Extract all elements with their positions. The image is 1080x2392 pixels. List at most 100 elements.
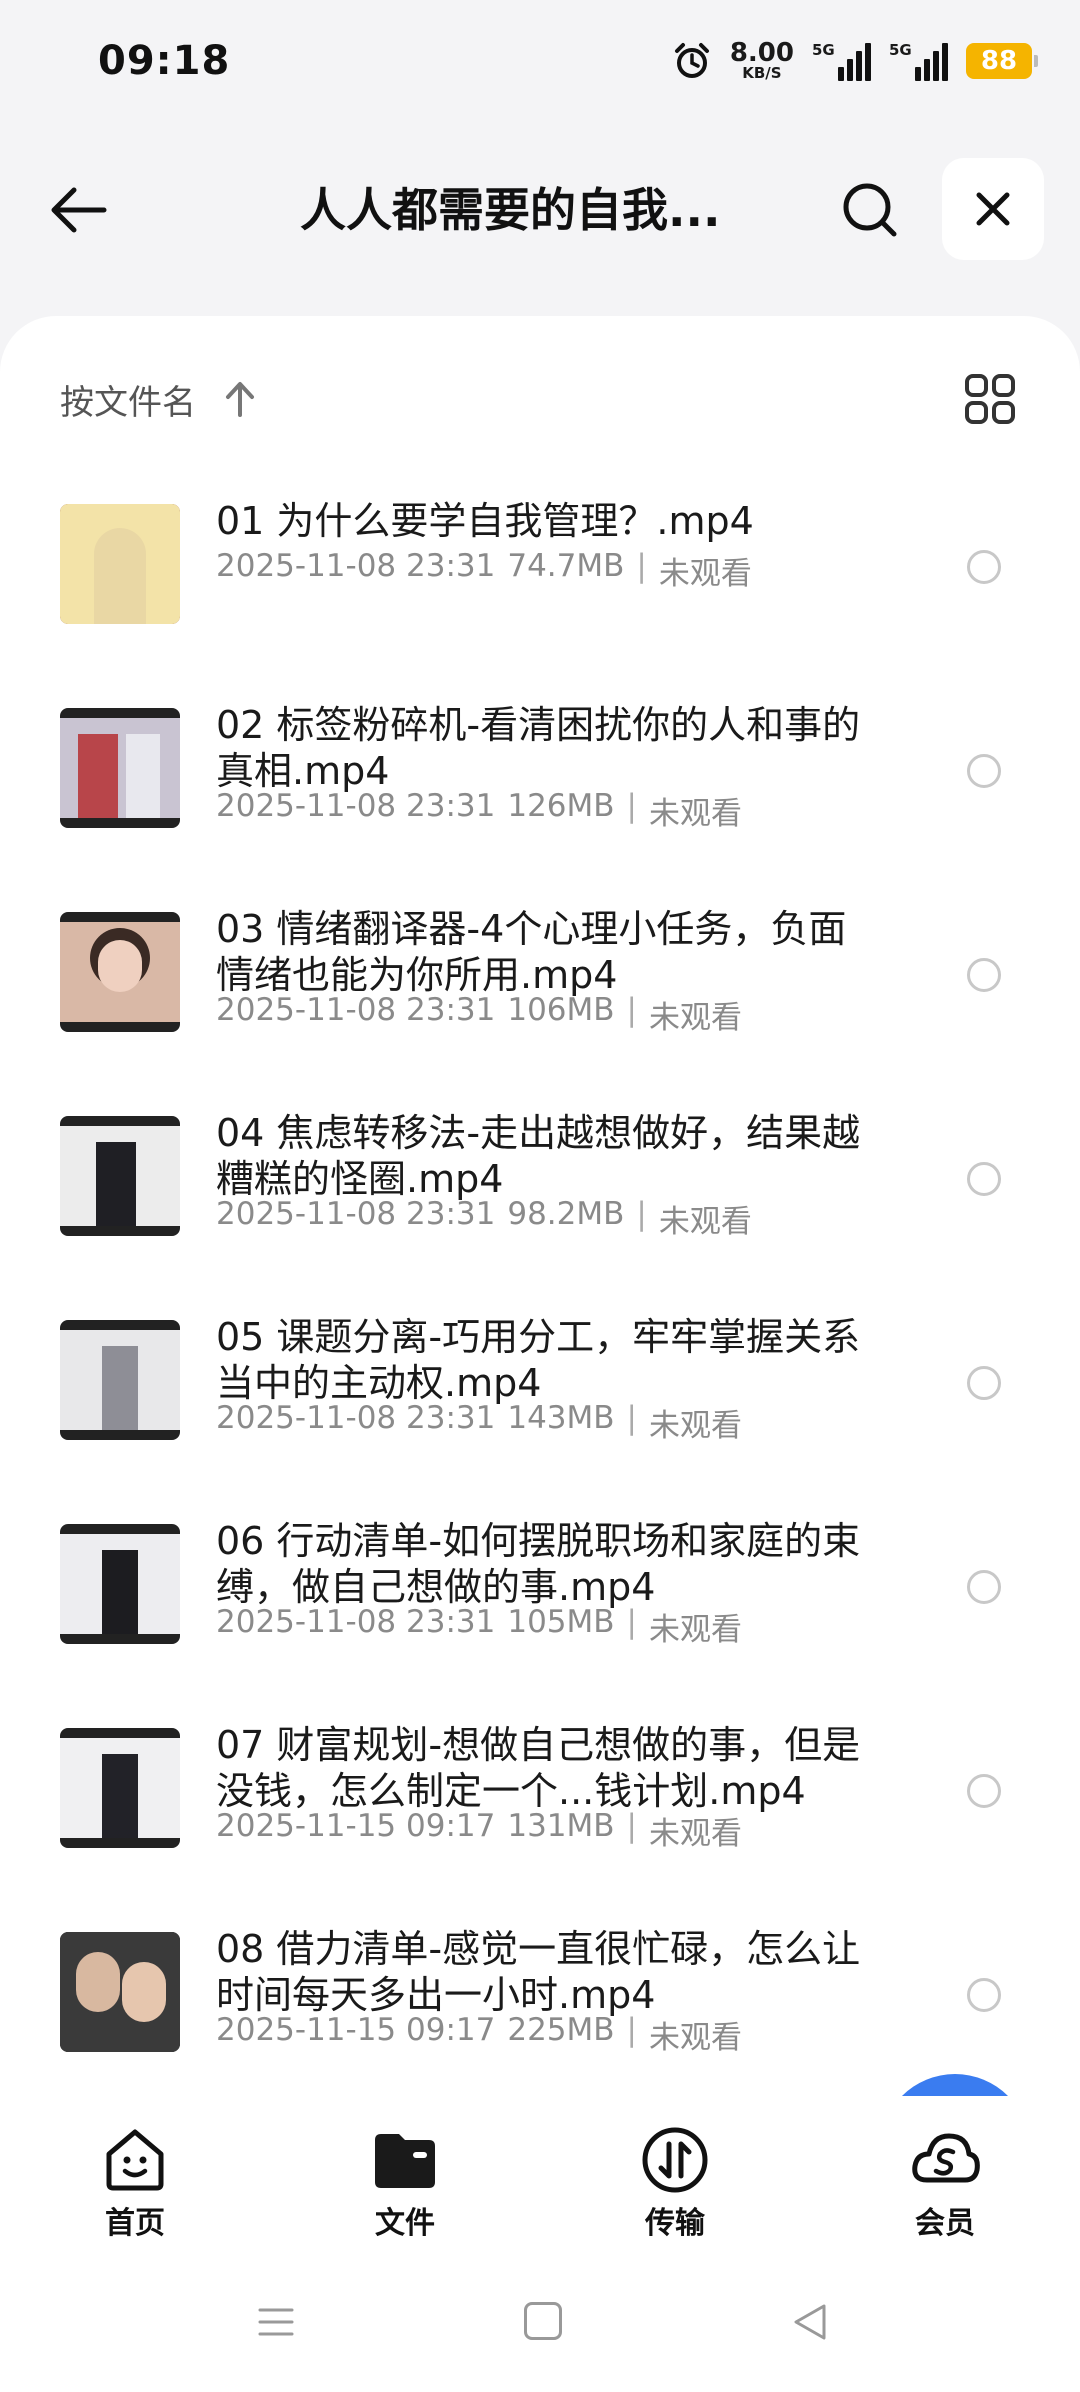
- meta-divider: |: [636, 1196, 647, 1232]
- select-radio[interactable]: [967, 754, 1001, 788]
- file-date: 2025-11-08 23:31: [216, 548, 496, 584]
- video-thumbnail: [60, 504, 180, 624]
- list-item[interactable]: 05 课题分离-巧用分工，牢牢掌握关系当中的主动权.mp4 2025-11-08…: [0, 1292, 1080, 1496]
- meta-divider: |: [626, 2012, 637, 2048]
- file-meta: 2025-11-08 23:31 105MB | 未观看: [216, 1604, 742, 1649]
- file-size: 131MB: [507, 1808, 615, 1844]
- meta-divider: |: [626, 1604, 637, 1640]
- file-name: 01 为什么要学自我管理？.mp4: [216, 499, 754, 543]
- select-radio[interactable]: [967, 1162, 1001, 1196]
- watch-status: 未观看: [649, 1408, 742, 1444]
- arrow-up-icon: [226, 382, 254, 417]
- file-name: 08 借力清单-感觉一直很忙碌，怎么让时间每天多出一小时.mp4: [216, 1927, 861, 2017]
- network-speed-value: 8.00: [729, 38, 794, 68]
- file-meta: 2025-11-08 23:31 143MB | 未观看: [216, 1400, 742, 1445]
- status-time: 09:18: [98, 38, 231, 84]
- file-size: 143MB: [507, 1400, 615, 1436]
- file-panel: 按文件名 01 为什么要学自我管理？.mp4 2025-11-08 23:31 …: [0, 316, 1080, 2096]
- file-name: 02 标签粉碎机-看清困扰你的人和事的真相.mp4: [216, 703, 861, 793]
- watch-status: 未观看: [649, 1000, 742, 1036]
- list-item[interactable]: 01 为什么要学自我管理？.mp4 2025-11-08 23:31 74.7M…: [0, 476, 1080, 680]
- meta-divider: |: [626, 992, 637, 1028]
- sort-control[interactable]: 按文件名: [60, 356, 258, 442]
- watch-status: 未观看: [649, 2020, 742, 2056]
- status-icons: 8.00 KB/S 5G 5G 88: [672, 38, 1038, 82]
- tab-label: 文件: [375, 2206, 435, 2241]
- transfer-icon: [642, 2127, 708, 2193]
- search-button[interactable]: [836, 176, 904, 244]
- select-radio[interactable]: [967, 958, 1001, 992]
- list-item[interactable]: 07 财富规划-想做自己想做的事，但是没钱，怎么制定一个...钱计划.mp4 2…: [0, 1700, 1080, 1904]
- list-item[interactable]: 02 标签粉碎机-看清困扰你的人和事的真相.mp4 2025-11-08 23:…: [0, 680, 1080, 884]
- select-radio[interactable]: [967, 1978, 1001, 2012]
- signal-icon: 5G: [812, 41, 871, 81]
- list-item[interactable]: 08 借力清单-感觉一直很忙碌，怎么让时间每天多出一小时.mp4 2025-11…: [0, 1904, 1080, 2108]
- file-size: 105MB: [507, 1604, 615, 1640]
- watch-status: 未观看: [649, 796, 742, 832]
- system-nav-bar: [0, 2256, 1080, 2392]
- meta-divider: |: [626, 1808, 637, 1844]
- back-button[interactable]: [44, 176, 112, 244]
- video-thumbnail: [60, 1932, 180, 2052]
- file-date: 2025-11-08 23:31: [216, 1604, 496, 1640]
- home-nav-icon[interactable]: [524, 2302, 562, 2340]
- file-meta: 2025-11-15 09:17 131MB | 未观看: [216, 1808, 742, 1853]
- file-size: 126MB: [507, 788, 615, 824]
- grid-view-icon: [965, 374, 1015, 424]
- select-radio[interactable]: [967, 1774, 1001, 1808]
- bottom-tab-bar: 首页 文件 传输 会员: [0, 2096, 1080, 2256]
- alarm-icon: [674, 42, 709, 78]
- list-item[interactable]: 06 行动清单-如何摆脱职场和家庭的束缚，做自己想做的事.mp4 2025-11…: [0, 1496, 1080, 1700]
- battery-icon: 88: [966, 42, 1038, 79]
- file-meta: 2025-11-15 09:17 225MB | 未观看: [216, 2012, 742, 2057]
- meta-divider: |: [636, 548, 647, 584]
- back-arrow-icon: [51, 187, 107, 233]
- home-smile-icon: [106, 2129, 164, 2191]
- grid-view-button[interactable]: [962, 356, 1018, 442]
- tab-files[interactable]: 文件: [270, 2096, 540, 2256]
- sort-label: 按文件名: [60, 382, 196, 423]
- file-date: 2025-11-08 23:31: [216, 1196, 496, 1232]
- file-date: 2025-11-08 23:31: [216, 788, 496, 824]
- recent-apps-icon[interactable]: [256, 2302, 296, 2342]
- meta-divider: |: [626, 788, 637, 824]
- file-name: 04 焦虑转移法-走出越想做好，结果越糟糕的怪圈.mp4: [216, 1111, 861, 1201]
- file-name: 05 课题分离-巧用分工，牢牢掌握关系当中的主动权.mp4: [216, 1315, 861, 1405]
- close-icon: [976, 192, 1010, 226]
- close-button[interactable]: [942, 158, 1044, 260]
- tab-transfer[interactable]: 传输: [540, 2096, 810, 2256]
- file-meta: 2025-11-08 23:31 98.2MB | 未观看: [216, 1196, 752, 1241]
- search-icon: [843, 183, 897, 237]
- signal-tag: 5G: [812, 40, 835, 59]
- file-name: 07 财富规划-想做自己想做的事，但是没钱，怎么制定一个...钱计划.mp4: [216, 1723, 861, 1813]
- tab-home[interactable]: 首页: [0, 2096, 270, 2256]
- back-nav-icon[interactable]: [790, 2300, 830, 2344]
- watch-status: 未观看: [658, 1204, 752, 1240]
- page-title: 人人都需要的自我...: [300, 183, 721, 237]
- signal-tag: 5G: [889, 40, 912, 59]
- file-size: 98.2MB: [507, 1196, 625, 1232]
- tab-vip[interactable]: 会员: [810, 2096, 1080, 2256]
- file-date: 2025-11-08 23:31: [216, 992, 496, 1028]
- video-thumbnail: [60, 1320, 180, 1440]
- file-size: 74.7MB: [507, 548, 625, 584]
- file-list: 01 为什么要学自我管理？.mp4 2025-11-08 23:31 74.7M…: [0, 476, 1080, 2108]
- file-meta: 2025-11-08 23:31 106MB | 未观看: [216, 992, 742, 1037]
- network-speed-unit: KB/S: [742, 64, 782, 82]
- watch-status: 未观看: [649, 1612, 742, 1648]
- list-item[interactable]: 04 焦虑转移法-走出越想做好，结果越糟糕的怪圈.mp4 2025-11-08 …: [0, 1088, 1080, 1292]
- file-date: 2025-11-15 09:17: [216, 2012, 496, 2048]
- file-size: 106MB: [507, 992, 615, 1028]
- video-thumbnail: [60, 912, 180, 1032]
- status-bar: 09:18 8.00 KB/S 5G 5G 88: [0, 0, 1080, 130]
- select-radio[interactable]: [967, 550, 1001, 584]
- video-thumbnail: [60, 1728, 180, 1848]
- file-name: 06 行动清单-如何摆脱职场和家庭的束缚，做自己想做的事.mp4: [216, 1519, 861, 1609]
- list-item[interactable]: 03 情绪翻译器-4个心理小任务，负面情绪也能为你所用.mp4 2025-11-…: [0, 884, 1080, 1088]
- file-name: 03 情绪翻译器-4个心理小任务，负面情绪也能为你所用.mp4: [216, 907, 847, 997]
- select-radio[interactable]: [967, 1570, 1001, 1604]
- file-meta: 2025-11-08 23:31 126MB | 未观看: [216, 788, 742, 833]
- signal-icon: 5G: [889, 41, 948, 81]
- watch-status: 未观看: [649, 1816, 742, 1852]
- select-radio[interactable]: [967, 1366, 1001, 1400]
